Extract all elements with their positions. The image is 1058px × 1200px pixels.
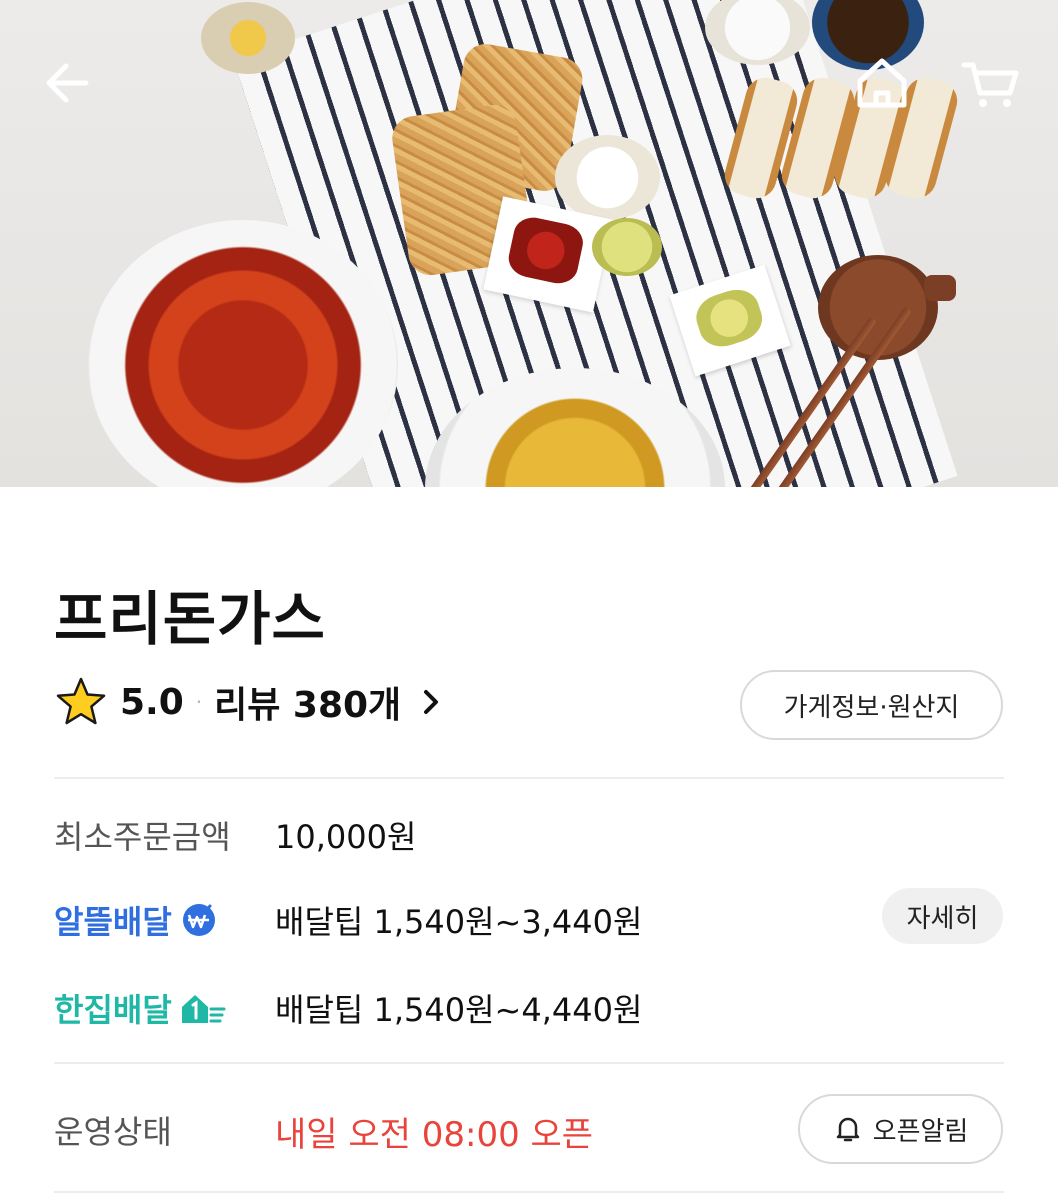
operating-status-value: 내일 오전 08:00 오픈: [275, 1115, 594, 1155]
reviews-link[interactable]: 리뷰 380개: [214, 676, 441, 728]
house-one-icon: [181, 995, 226, 1023]
cabbage-salad: [555, 135, 660, 220]
chevron-right-icon: [424, 690, 439, 714]
home-button[interactable]: [852, 55, 912, 111]
open-notification-label: 오픈알림: [872, 1116, 969, 1147]
won-coin-icon: [182, 904, 215, 936]
open-notification-button[interactable]: 오픈알림: [798, 1094, 1003, 1164]
star-icon: [56, 677, 106, 725]
single-delivery-tip: 배달팁 1,540원~4,440원: [275, 991, 643, 1029]
reviews-count: 리뷰 380개: [214, 685, 402, 726]
rating-separator: ·: [195, 690, 203, 714]
saver-delivery-brand: 알뜰배달: [54, 903, 172, 941]
cart-icon: [961, 62, 1019, 107]
bell-icon: [836, 1117, 859, 1142]
store-info-origin-button[interactable]: 가게정보·원산지: [740, 670, 1003, 740]
min-order-label: 최소주문금액: [54, 818, 231, 856]
single-delivery-brand: 한집배달: [54, 991, 172, 1029]
single-delivery-logo: 한집배달: [54, 985, 226, 1031]
min-order-value: 10,000원: [275, 818, 417, 856]
divider: [54, 1191, 1004, 1193]
store-info-section: 프리돈가스 5.0 · 리뷰 380개 가게정보·원산지 최소주문금액 10,0…: [0, 487, 1058, 1200]
store-name: 프리돈가스: [54, 585, 326, 653]
rating-value: 5.0: [120, 681, 184, 723]
store-hero-image: [0, 0, 1058, 487]
rating-row: 5.0 · 리뷰 380개: [54, 672, 441, 732]
saver-delivery-tip: 배달팁 1,540원~3,440원: [275, 903, 643, 941]
saver-delivery-logo: 알뜰배달: [54, 897, 218, 943]
home-icon: [857, 58, 907, 108]
divider: [54, 1062, 1004, 1064]
arrow-left-icon: [46, 63, 89, 103]
divider: [54, 777, 1004, 779]
cart-button[interactable]: [960, 55, 1020, 111]
pickles: [592, 218, 662, 276]
back-button[interactable]: [40, 55, 96, 111]
operating-status-label: 운영상태: [54, 1113, 172, 1151]
delivery-tip-detail-button[interactable]: 자세히: [882, 888, 1003, 944]
